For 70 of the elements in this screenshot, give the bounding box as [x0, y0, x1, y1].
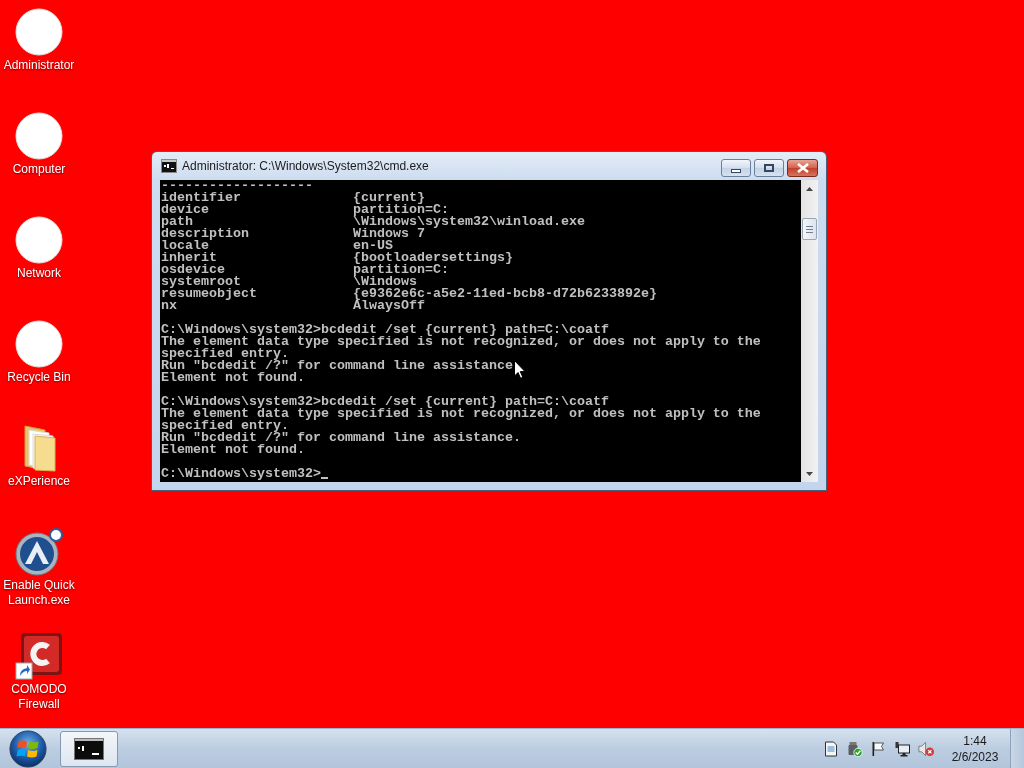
flag-icon[interactable]	[870, 740, 887, 757]
console-window-icon	[74, 737, 104, 760]
console-line: The element data type specified is not recognized, or does not apply to the	[161, 408, 761, 420]
console-line: C:\Windows\system32>bcdedit /set {current} path=C:\coatf	[161, 396, 609, 408]
taskbar-button[interactable]	[60, 730, 118, 767]
setting-name: nx	[161, 300, 177, 312]
clock-time[interactable]: 1:44	[963, 732, 987, 749]
console-line: specified entry.	[161, 348, 289, 360]
maximize-icon	[764, 164, 774, 172]
console-line: -------------------	[161, 180, 313, 192]
orb-icon	[9, 729, 47, 768]
desktop-icon-label[interactable]: Enable Quick Launch.exe	[0, 578, 78, 608]
scroll-thumb[interactable]	[802, 218, 817, 240]
maximize-button[interactable]	[754, 159, 784, 177]
up-arrow-icon	[806, 186, 813, 191]
setting-value: en-US	[353, 240, 393, 252]
circle-icon[interactable]	[15, 320, 63, 368]
console-line: Run "bcdedit /?" for command line assistance	[161, 360, 513, 372]
setting-value: {current}	[353, 192, 425, 204]
window-title: Administrator: C:\Windows\System32\cmd.exe	[182, 159, 430, 173]
desktop-icon-label[interactable]: Administrator	[3, 58, 75, 73]
setting-name: path	[161, 216, 193, 228]
setting-name: device	[161, 204, 209, 216]
setting-name: inherit	[161, 252, 217, 264]
desktop-icon-label[interactable]: COMODO Firewall	[0, 682, 78, 712]
circle-icon[interactable]	[15, 112, 63, 160]
setting-name: description	[161, 228, 249, 240]
console-line: specified entry.	[161, 420, 289, 432]
console-line: Element not found.	[161, 444, 305, 456]
monitor-icon[interactable]	[894, 740, 911, 757]
minimize-button[interactable]	[721, 159, 751, 177]
app-logo-icon[interactable]	[15, 528, 63, 576]
setting-value: \Windows\system32\winload.exe	[353, 216, 585, 228]
device-check-icon[interactable]	[846, 740, 863, 757]
setting-name: identifier	[161, 192, 241, 204]
desktop-icon-label[interactable]: Network	[17, 266, 61, 281]
tile-logo-icon[interactable]	[15, 632, 63, 680]
setting-name: osdevice	[161, 264, 225, 276]
setting-value: \Windows	[353, 276, 417, 288]
setting-value: partition=C:	[353, 204, 449, 216]
desktop-icon-label[interactable]: Recycle Bin	[7, 370, 71, 385]
console-line: C:\Windows\system32>bcdedit /set {current} path=C:\coatf	[161, 324, 609, 336]
setting-name: systemroot	[161, 276, 241, 288]
console-line: The element data type specified is not recognized, or does not apply to the	[161, 336, 761, 348]
minimize-icon	[731, 168, 741, 173]
setting-value: partition=C:	[353, 264, 449, 276]
down-arrow-icon	[806, 471, 813, 476]
setting-value: {bootloadersettings}	[353, 252, 513, 264]
close-button[interactable]	[787, 159, 818, 177]
start-button[interactable]	[8, 729, 48, 768]
mouse-pointer-icon	[514, 360, 526, 379]
desktop-icon-label[interactable]: Computer	[12, 162, 66, 177]
console-window-icon	[161, 159, 177, 173]
setting-value: {e9362e6c-a5e2-11ed-bcb8-d72b6233892e}	[353, 288, 657, 300]
speaker-muted-icon[interactable]	[918, 740, 935, 757]
console-line: Run "bcdedit /?" for command line assistance.	[161, 432, 521, 444]
setting-name: locale	[161, 240, 209, 252]
console-line: Element not found.	[161, 372, 305, 384]
setting-name: resumeobject	[161, 288, 257, 300]
setting-value: Windows 7	[353, 228, 425, 240]
document-icon[interactable]	[822, 740, 839, 757]
desktop-icon-label[interactable]: eXPerience	[7, 474, 70, 489]
clock-date[interactable]: 2/6/2023	[951, 748, 999, 765]
close-icon	[796, 163, 809, 173]
text-cursor-icon	[320, 477, 328, 479]
circle-icon[interactable]	[15, 8, 63, 56]
command-prompt: C:\Windows\system32>	[161, 468, 321, 480]
grip-icon	[806, 225, 813, 233]
circle-icon[interactable]	[15, 216, 63, 264]
setting-value: AlwaysOff	[353, 300, 425, 312]
